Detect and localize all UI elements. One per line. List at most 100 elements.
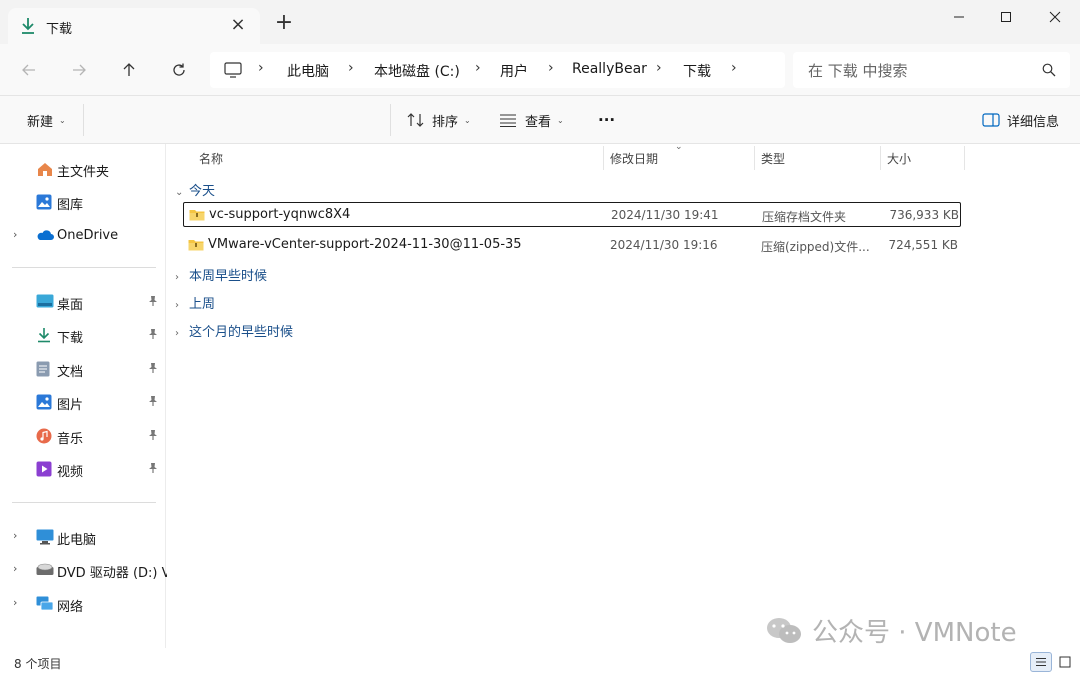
computer-icon (36, 529, 54, 545)
zip-folder-icon (189, 208, 205, 225)
sidebar-item-gallery[interactable]: 图库 (0, 189, 166, 215)
pin-icon[interactable] (148, 429, 158, 445)
sidebar-item-dvd-drive[interactable]: › DVD 驱动器 (D:) VI (0, 557, 174, 583)
list-view-icon (1036, 658, 1046, 666)
sidebar-item-downloads[interactable]: 下载 (0, 322, 166, 348)
minimize-button[interactable] (936, 0, 982, 34)
sidebar-item-videos[interactable]: 视频 (0, 456, 166, 482)
sidebar-item-label: 音乐 (57, 432, 84, 447)
group-today[interactable]: ⌄ 今天 (175, 180, 215, 202)
search-input[interactable]: 在 下载 中搜索 (808, 60, 908, 81)
watermark-text: 公众号 · VMNote (812, 617, 1017, 648)
breadcrumb-local-disk[interactable]: 本地磁盘 (C:) (374, 61, 460, 81)
sidebar-item-network[interactable]: › 网络 (0, 591, 166, 617)
group-earlier-this-week[interactable]: › 本周早些时候 (175, 265, 267, 287)
breadcrumb-reallybear[interactable]: ReallyBear (572, 61, 647, 77)
sidebar-item-pictures[interactable]: 图片 (0, 389, 166, 415)
tab-downloads[interactable]: 下载 × (8, 8, 260, 44)
navigation-bar: › 此电脑 › 本地磁盘 (C:) › 用户 › ReallyBear › 下载… (0, 44, 1080, 96)
view-icon (500, 114, 516, 127)
breadcrumb-separator[interactable]: › (258, 60, 264, 76)
refresh-button[interactable] (165, 56, 193, 84)
close-tab-icon[interactable]: × (228, 16, 248, 36)
column-header-date[interactable]: 修改日期 (610, 144, 658, 170)
group-label: 这个月的早些时候 (189, 325, 294, 340)
sidebar-item-this-pc[interactable]: › 此电脑 (0, 524, 166, 550)
breadcrumb-separator[interactable]: › (348, 60, 354, 76)
chevron-right-icon[interactable]: › (13, 228, 17, 241)
address-bar[interactable]: › 此电脑 › 本地磁盘 (C:) › 用户 › ReallyBear › 下载… (210, 52, 785, 88)
breadcrumb-separator[interactable]: › (548, 60, 554, 76)
tab-title: 下载 (46, 22, 73, 37)
view-button[interactable]: 查看 ⌄ (499, 108, 564, 132)
new-button[interactable]: 新建 ⌄ (27, 108, 66, 132)
details-pane-button[interactable]: 详细信息 (982, 108, 1059, 132)
view-button-label: 查看 (525, 114, 552, 130)
group-label: 本周早些时候 (189, 269, 268, 284)
details-view-button[interactable] (1030, 652, 1052, 672)
column-header-name[interactable]: 名称 (199, 144, 223, 170)
picture-icon (36, 394, 52, 410)
sidebar-item-desktop[interactable]: 桌面 (0, 289, 166, 315)
group-last-week[interactable]: › 上周 (175, 293, 215, 315)
sort-button[interactable]: 排序 ⌄ (406, 108, 471, 132)
desktop-icon (36, 294, 54, 310)
sidebar-divider (12, 267, 156, 268)
group-earlier-this-month[interactable]: › 这个月的早些时候 (175, 321, 293, 343)
breadcrumb-separator[interactable]: › (731, 60, 737, 76)
sidebar-item-music[interactable]: 音乐 (0, 423, 166, 449)
sort-icon (407, 113, 424, 127)
chevron-right-icon[interactable]: › (13, 596, 17, 609)
arrow-left-icon (22, 64, 35, 76)
search-box[interactable]: 在 下载 中搜索 (793, 52, 1070, 88)
chevron-down-icon: ⌄ (557, 115, 564, 125)
breadcrumb-separator[interactable]: › (656, 60, 662, 76)
search-icon[interactable] (1042, 63, 1056, 81)
document-icon (36, 361, 52, 377)
file-row[interactable]: vc-support-yqnwc8X4 2024/11/30 19:41 压缩存… (183, 202, 961, 227)
column-header-size[interactable]: 大小 (887, 144, 911, 170)
chevron-right-icon[interactable]: › (13, 529, 17, 542)
forward-button[interactable] (65, 56, 93, 84)
sidebar-item-label: 此电脑 (57, 533, 97, 548)
breadcrumb-this-pc[interactable]: 此电脑 (287, 61, 329, 81)
chevron-down-icon: ⌄ (464, 115, 471, 125)
network-icon (36, 596, 54, 612)
new-button-label: 新建 (27, 114, 54, 130)
sidebar-divider (12, 502, 156, 503)
column-separator[interactable] (964, 146, 965, 170)
sidebar-item-onedrive[interactable]: › OneDrive (0, 223, 166, 249)
breadcrumb-downloads[interactable]: 下载 (683, 61, 711, 81)
sidebar-item-label: OneDrive (57, 228, 119, 243)
pin-icon[interactable] (148, 462, 158, 478)
pin-icon[interactable] (148, 295, 158, 311)
sidebar-item-label: 下载 (57, 331, 84, 346)
column-separator[interactable] (754, 146, 755, 170)
pin-icon[interactable] (148, 328, 158, 344)
file-date: 2024/11/30 19:41 (611, 208, 719, 222)
tiles-view-button[interactable] (1054, 652, 1076, 672)
column-separator[interactable] (603, 146, 604, 170)
file-row[interactable]: VMware-vCenter-support-2024-11-30@11-05-… (183, 233, 961, 258)
new-tab-button[interactable]: + (274, 12, 294, 34)
sort-button-label: 排序 (432, 114, 459, 130)
sort-desc-icon: ⌄ (675, 142, 683, 152)
sidebar-item-documents[interactable]: 文档 (0, 356, 166, 382)
maximize-button[interactable] (983, 0, 1029, 34)
pin-icon[interactable] (148, 395, 158, 411)
chevron-right-icon[interactable]: › (13, 562, 17, 575)
details-pane-icon (982, 113, 1000, 127)
sidebar-item-label: 网络 (57, 600, 84, 615)
breadcrumb-users[interactable]: 用户 (500, 61, 528, 81)
pin-icon[interactable] (148, 362, 158, 378)
sidebar-item-label: 图库 (57, 198, 84, 213)
close-window-button[interactable] (1032, 0, 1078, 34)
more-options-button[interactable]: ··· (598, 108, 615, 132)
column-header-type[interactable]: 类型 (761, 144, 785, 170)
sidebar-item-home[interactable]: 主文件夹 (0, 156, 166, 182)
back-button[interactable] (15, 56, 43, 84)
column-separator[interactable] (880, 146, 881, 170)
breadcrumb-separator[interactable]: › (475, 60, 481, 76)
up-button[interactable] (115, 56, 143, 84)
toolbar-divider (83, 104, 84, 136)
